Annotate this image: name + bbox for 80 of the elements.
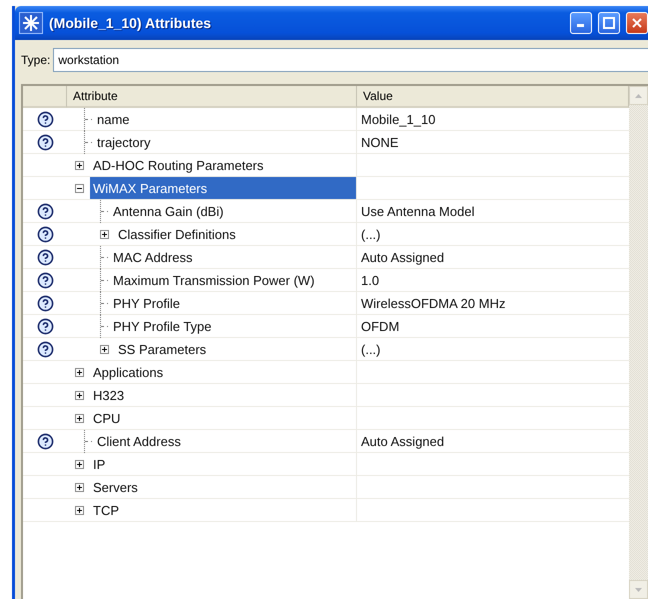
help-icon[interactable]	[36, 111, 54, 128]
attribute-name[interactable]: AD-HOC Routing Parameters	[90, 156, 266, 174]
attribute-name[interactable]: Classifier Definitions	[115, 224, 239, 244]
attribute-name[interactable]: MAC Address	[110, 248, 196, 267]
attribute-name[interactable]: Antenna Gain (dBi)	[110, 202, 227, 221]
help-icon[interactable]	[36, 340, 54, 358]
expand-icon[interactable]	[100, 344, 109, 354]
table-row[interactable]: Client Address Auto Assigned	[23, 430, 629, 453]
attribute-value: OFDM	[360, 318, 400, 336]
attribute-name[interactable]: trajectory	[94, 133, 154, 152]
expand-icon[interactable]	[75, 390, 84, 400]
table-row[interactable]: CPU	[23, 407, 629, 430]
help-icon[interactable]	[36, 226, 54, 242]
help-icon[interactable]	[36, 318, 54, 335]
table-row[interactable]: MAC Address Auto Assigned	[23, 246, 629, 269]
attribute-name[interactable]: name	[94, 110, 133, 129]
star-icon	[19, 12, 43, 34]
minimize-button[interactable]	[570, 12, 592, 34]
tree-connector	[100, 200, 108, 223]
expand-icon[interactable]	[75, 368, 84, 376]
close-button[interactable]	[626, 12, 648, 34]
help-icon[interactable]	[36, 433, 54, 450]
table-row[interactable]: IP	[23, 453, 629, 476]
help-icon[interactable]	[36, 295, 54, 312]
attribute-name[interactable]: CPU	[90, 408, 124, 428]
attribute-name[interactable]: Servers	[90, 478, 141, 496]
table-row[interactable]: TCP	[23, 499, 629, 522]
type-field[interactable]: workstation	[53, 48, 648, 72]
attribute-name[interactable]: Client Address	[94, 432, 184, 451]
table-row[interactable]: SS Parameters (...)	[23, 338, 629, 361]
attribute-name[interactable]: PHY Profile Type	[110, 317, 215, 336]
expand-icon[interactable]	[75, 414, 84, 422]
up-arrow-icon	[635, 94, 642, 98]
attribute-name[interactable]: TCP	[90, 500, 122, 520]
attribute-value: Auto Assigned	[360, 249, 446, 267]
expand-icon[interactable]	[100, 230, 109, 238]
table-row[interactable]: name Mobile_1_10	[23, 108, 629, 131]
attribute-value: 1.0	[360, 272, 380, 290]
expand-icon[interactable]	[75, 460, 84, 468]
type-label: Type:	[21, 53, 50, 67]
attribute-value: Auto Assigned	[360, 433, 446, 451]
attribute-value: (...)	[360, 340, 382, 359]
expand-icon[interactable]	[75, 160, 84, 170]
attribute-name[interactable]: Applications	[90, 362, 166, 382]
tree-connector	[84, 430, 92, 453]
table-row[interactable]: Maximum Transmission Power (W) 1.0	[23, 269, 629, 292]
close-icon	[631, 17, 643, 29]
attribute-name[interactable]: IP	[90, 454, 108, 474]
help-icon[interactable]	[36, 203, 54, 220]
expand-icon[interactable]	[75, 506, 84, 514]
expand-icon[interactable]	[75, 482, 84, 492]
attribute-value: NONE	[360, 134, 400, 152]
maximize-button[interactable]	[598, 12, 620, 34]
table-row[interactable]: Applications	[23, 361, 629, 384]
help-icon[interactable]	[36, 249, 54, 266]
attribute-name[interactable]: Maximum Transmission Power (W)	[110, 271, 318, 290]
window-title: (Mobile_1_10) Attributes	[49, 15, 212, 31]
maximize-icon	[603, 17, 615, 29]
table-row[interactable]: H323	[23, 384, 629, 407]
attribute-value: (...)	[360, 226, 382, 244]
attribute-value: WirelessOFDMA 20 MHz	[360, 295, 506, 313]
table-row[interactable]: PHY Profile WirelessOFDMA 20 MHz	[23, 292, 629, 315]
table-row[interactable]: Antenna Gain (dBi) Use Antenna Model	[23, 200, 629, 223]
attribute-name[interactable]: H323	[90, 386, 128, 404]
attribute-name[interactable]: PHY Profile	[110, 294, 183, 313]
table-row[interactable]: PHY Profile Type OFDM	[23, 315, 629, 338]
attribute-value: Mobile_1_10	[360, 111, 436, 129]
collapse-icon[interactable]	[75, 184, 84, 192]
attribute-name[interactable]: SS Parameters	[115, 340, 210, 358]
down-arrow-icon	[635, 588, 642, 592]
help-icon[interactable]	[36, 272, 54, 289]
column-header[interactable]: Value	[357, 86, 629, 108]
attribute-value: Use Antenna Model	[360, 203, 476, 221]
column-header[interactable]: Attribute	[67, 86, 357, 108]
table-row[interactable]: Classifier Definitions (...)	[23, 223, 629, 246]
help-icon[interactable]	[36, 134, 54, 151]
table-row[interactable]: Servers	[23, 476, 629, 499]
table-row[interactable]: WiMAX Parameters	[23, 177, 629, 200]
table-row[interactable]: trajectory NONE	[23, 131, 629, 154]
table-row[interactable]: AD-HOC Routing Parameters	[23, 154, 629, 177]
